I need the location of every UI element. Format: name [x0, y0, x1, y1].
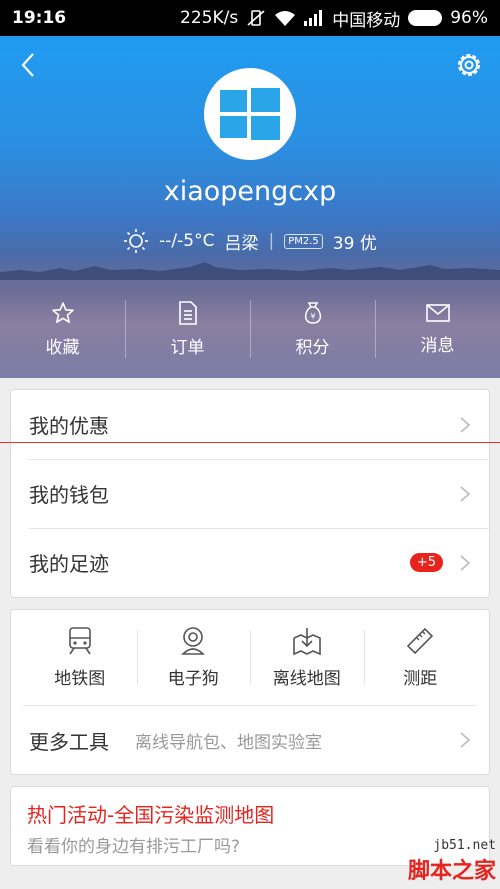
ruler-icon [407, 627, 434, 655]
annotation-red-line [0, 442, 500, 443]
quick-actions: 收藏 订单 ¥ 积分 消息 [0, 294, 500, 364]
battery-percent: 96% [450, 8, 488, 28]
tools-card: 地铁图 电子狗 离线地图 测距 更多工具 离线导航包、地图实验室 [10, 609, 490, 775]
star-icon [51, 301, 74, 323]
carrier-name: 中国移动 [332, 10, 401, 31]
network-speed: 225K/s [180, 8, 239, 28]
tool-subway-map[interactable]: 地铁图 [23, 610, 137, 705]
sun-icon [124, 229, 149, 253]
quick-action-label: 收藏 [45, 337, 80, 358]
row-my-coupons[interactable]: 我的优惠 [11, 390, 489, 459]
row-my-wallet[interactable]: 我的钱包 [11, 459, 489, 528]
row-label: 我的足迹 [29, 552, 109, 576]
watermark-name: 脚本之家 [407, 859, 496, 884]
tool-label: 离线地图 [272, 669, 341, 689]
row-label: 我的钱包 [29, 483, 109, 507]
username: xiaopengcxp [163, 176, 337, 207]
city-skyline-image [0, 262, 500, 280]
weather-city: 吕梁 [224, 233, 259, 254]
tool-offline-map[interactable]: 离线地图 [250, 610, 364, 705]
site-watermark: jb51.net 脚本之家 [408, 838, 496, 885]
document-icon [178, 300, 197, 325]
quick-action-messages[interactable]: 消息 [375, 294, 500, 364]
status-right: 225K/s 中国移动 96% [180, 6, 488, 31]
air-quality-value: 39 优 [332, 233, 377, 254]
quick-action-label: 积分 [295, 337, 330, 358]
watermark-url: jb51.net [433, 838, 496, 853]
more-tools-title: 更多工具 [29, 729, 109, 754]
more-tools-row[interactable]: 更多工具 离线导航包、地图实验室 [11, 706, 489, 774]
tool-label: 测距 [403, 669, 438, 689]
tool-label: 电子狗 [167, 669, 219, 689]
quick-action-label: 订单 [170, 337, 205, 358]
more-tools-subtitle: 离线导航包、地图实验室 [135, 732, 322, 753]
status-time: 19:16 [12, 8, 67, 28]
back-button[interactable] [14, 50, 44, 80]
promo-title: 热门活动-全国污染监测地图 [27, 803, 275, 827]
row-label: 我的优惠 [29, 414, 109, 438]
battery-icon [408, 10, 443, 26]
subway-icon [68, 627, 91, 655]
chevron-right-icon [460, 732, 471, 748]
account-card: 我的优惠 我的钱包 我的足迹 +5 [10, 389, 490, 598]
weather-bar[interactable]: --/-5°C 吕梁 | PM2.5 39 优 [0, 228, 500, 254]
chevron-right-icon [460, 554, 471, 571]
wifi-icon [275, 11, 296, 26]
quick-action-orders[interactable]: 订单 [125, 294, 250, 364]
avatar[interactable] [204, 68, 296, 160]
windows-logo-icon [220, 88, 280, 140]
tool-measure-distance[interactable]: 测距 [363, 610, 478, 705]
tool-speed-camera[interactable]: 电子狗 [136, 610, 251, 705]
camera-icon [181, 627, 206, 655]
chevron-right-icon [460, 416, 471, 433]
download-map-icon [292, 628, 321, 656]
status-bar: 19:16 225K/s 中国移动 96% [0, 0, 500, 36]
profile-header: xiaopengcxp --/-5°C 吕梁 | PM2.5 39 优 收藏 订… [0, 36, 500, 378]
money-bag-icon: ¥ [304, 301, 321, 324]
chevron-right-icon [460, 485, 471, 502]
tool-label: 地铁图 [54, 669, 106, 689]
tools-grid: 地铁图 电子狗 离线地图 测距 [23, 610, 477, 706]
quick-action-points[interactable]: ¥ 积分 [250, 294, 375, 364]
weather-temperature: --/-5°C [159, 231, 215, 251]
notification-badge: +5 [409, 553, 443, 572]
pm25-tag: PM2.5 [284, 233, 323, 249]
quick-action-favorites[interactable]: 收藏 [0, 294, 125, 364]
envelope-icon [425, 303, 450, 322]
settings-gear-icon[interactable] [454, 50, 484, 80]
signal-icon [304, 10, 323, 26]
svg-text:¥: ¥ [310, 312, 315, 321]
vibrate-icon [247, 10, 265, 26]
row-my-footprints[interactable]: 我的足迹 +5 [11, 528, 489, 597]
weather-divider: | [268, 231, 275, 251]
quick-action-label: 消息 [420, 335, 455, 356]
